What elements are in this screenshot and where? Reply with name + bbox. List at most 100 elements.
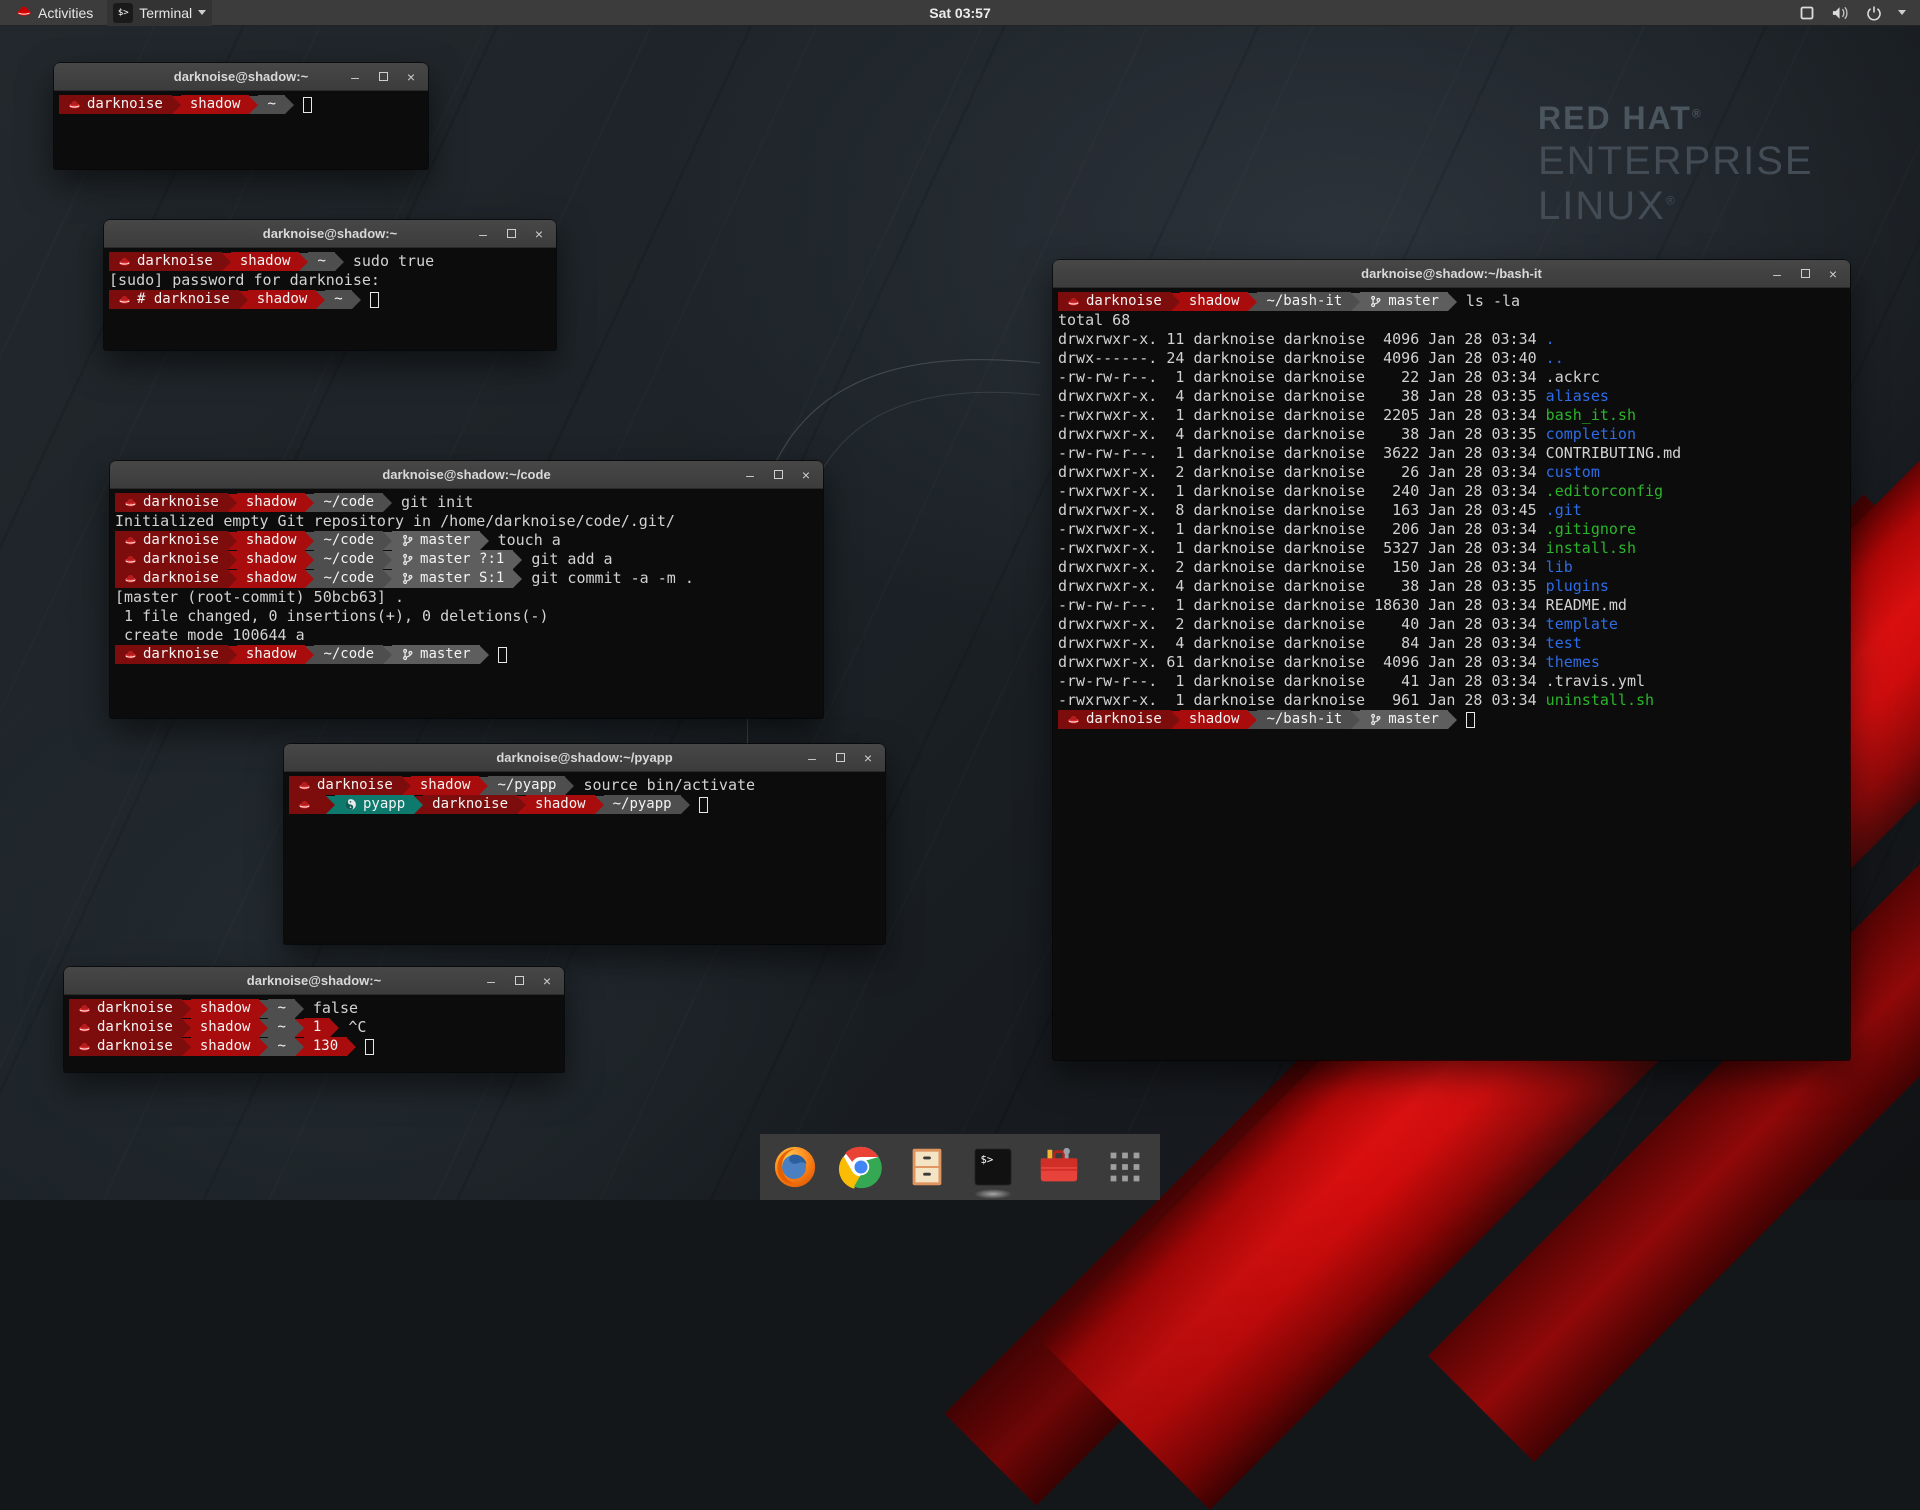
- minimize-button[interactable]: –: [476, 227, 490, 241]
- segment-text: # darknoise: [137, 290, 230, 309]
- file-row: -rwxrwxr-x. 1 darknoise darknoise 206 Ja…: [1058, 520, 1850, 539]
- segment-text: darknoise: [432, 795, 508, 814]
- minimize-button[interactable]: –: [805, 751, 819, 765]
- dock-item-files[interactable]: [904, 1144, 950, 1190]
- svg-text:$>: $>: [981, 1154, 994, 1166]
- prompt-segment-host: shadow: [1180, 710, 1249, 729]
- prompt-segment-user: darknoise: [115, 645, 228, 664]
- dock-item-app-grid[interactable]: [1102, 1144, 1148, 1190]
- close-button[interactable]: ×: [532, 227, 546, 241]
- close-button[interactable]: ×: [861, 751, 875, 765]
- segment-text: shadow: [246, 493, 297, 512]
- powerline-arrow-icon: [681, 796, 690, 814]
- maximize-button[interactable]: [512, 974, 526, 988]
- maximize-button[interactable]: [504, 227, 518, 241]
- window-titlebar[interactable]: darknoise@shadow:~/bash-it– ×: [1053, 260, 1850, 288]
- git-branch-icon: [1369, 713, 1382, 726]
- prompt-segment-user: darknoise: [1058, 292, 1171, 311]
- terminal-content[interactable]: darknoiseshadow~: [54, 91, 428, 114]
- close-button[interactable]: ×: [540, 974, 554, 988]
- terminal-content[interactable]: darknoiseshadow~/codegit initInitialized…: [110, 489, 823, 664]
- powerline-arrow-icon: [1248, 293, 1257, 311]
- screen-share-icon[interactable]: [1799, 5, 1815, 21]
- prompt-segment-user: darknoise: [115, 550, 228, 569]
- dock-item-toolbox[interactable]: [1036, 1144, 1082, 1190]
- window-titlebar[interactable]: darknoise@shadow:~–×: [64, 967, 564, 995]
- segment-text: ~: [277, 1018, 285, 1037]
- close-button[interactable]: ×: [799, 468, 813, 482]
- prompt-segment-user: [289, 795, 326, 814]
- volume-icon[interactable]: [1831, 5, 1850, 21]
- file-row: drwxrwxr-x. 4 darknoise darknoise 84 Jan…: [1058, 634, 1850, 653]
- minimize-button[interactable]: –: [348, 70, 362, 84]
- prompt-line: darknoiseshadow~/bash-itmasterls -la: [1058, 292, 1850, 311]
- powerline-arrow-icon: [330, 1019, 339, 1037]
- python-icon: [344, 798, 357, 811]
- segment-text: master: [1388, 710, 1439, 729]
- window-title: darknoise@shadow:~/pyapp: [284, 750, 885, 765]
- terminal-window-bashit: darknoise@shadow:~/bash-it– × darknoise sha…: [1053, 260, 1850, 1060]
- segment-text: master ?:1: [420, 550, 504, 569]
- minimize-button[interactable]: –: [1770, 267, 1784, 281]
- prompt-segment-host: shadow: [237, 493, 306, 512]
- activities-button[interactable]: Activities: [10, 0, 99, 26]
- file-name: plugins: [1546, 577, 1609, 596]
- powerline-arrow-icon: [383, 532, 392, 550]
- file-name: bash_it.sh: [1546, 406, 1636, 425]
- firefox-icon: [772, 1144, 818, 1190]
- window-titlebar[interactable]: darknoise@shadow:~–×: [104, 220, 556, 248]
- system-status-area[interactable]: [1799, 5, 1920, 21]
- dock-item-firefox[interactable]: [772, 1144, 818, 1190]
- app-menu-button[interactable]: $> Terminal: [107, 0, 212, 26]
- minimize-button[interactable]: –: [743, 468, 757, 482]
- window-titlebar[interactable]: darknoise@shadow:~/code–×: [110, 461, 823, 489]
- minimize-button[interactable]: –: [484, 974, 498, 988]
- prompt-segment-path: ~: [268, 999, 294, 1018]
- terminal-content[interactable]: darknoiseshadow~/bash-itmasterls -latota…: [1053, 288, 1850, 729]
- window-title: darknoise@shadow:~/bash-it: [1053, 266, 1850, 281]
- file-attributes: drwxrwxr-x. 4 darknoise darknoise 84 Jan…: [1058, 634, 1546, 653]
- dock-item-chrome[interactable]: [838, 1144, 884, 1190]
- clock[interactable]: Sat 03:57: [929, 5, 990, 21]
- dock-item-terminal[interactable]: $>: [970, 1144, 1016, 1190]
- file-row: -rwxrwxr-x. 1 darknoise darknoise 2205 J…: [1058, 406, 1850, 425]
- terminal-content[interactable]: darknoiseshadow~falsedarknoiseshadow~1^C…: [64, 995, 564, 1056]
- prompt-segment-path: ~/code: [314, 645, 383, 664]
- file-row: -rwxrwxr-x. 1 darknoise darknoise 961 Ja…: [1058, 691, 1850, 710]
- terminal-app-icon: $>: [113, 3, 133, 23]
- segment-text: shadow: [1189, 292, 1240, 311]
- segment-text: darknoise: [137, 252, 213, 271]
- window-controls: –×: [805, 751, 885, 765]
- file-row: -rw-rw-r--. 1 darknoise darknoise 22 Jan…: [1058, 368, 1850, 387]
- powerline-arrow-icon: [316, 291, 325, 309]
- window-titlebar[interactable]: darknoise@shadow:~/pyapp–×: [284, 744, 885, 772]
- terminal-content[interactable]: darknoiseshadow~sudo true[sudo] password…: [104, 248, 556, 309]
- prompt-segment-path: ~/bash-it: [1257, 292, 1351, 311]
- chevron-down-icon[interactable]: [1898, 10, 1906, 15]
- prompt-line: darknoiseshadow~/codegit init: [115, 493, 823, 512]
- powerline-arrow-icon: [1248, 711, 1257, 729]
- segment-text: ~/code: [323, 493, 374, 512]
- window-titlebar[interactable]: darknoise@shadow:~–×: [54, 63, 428, 91]
- powerline-arrow-icon: [383, 646, 392, 664]
- segment-text: 1: [313, 1018, 321, 1037]
- prompt-segment-user: darknoise: [69, 1018, 182, 1037]
- terminal-window-pyapp: darknoise@shadow:~/pyapp–×darknoiseshado…: [284, 744, 885, 944]
- file-attributes: -rwxrwxr-x. 1 darknoise darknoise 2205 J…: [1058, 406, 1546, 425]
- segment-text: darknoise: [1086, 292, 1162, 311]
- maximize-button[interactable]: [771, 468, 785, 482]
- file-attributes: drwxrwxr-x. 11 darknoise darknoise 4096 …: [1058, 330, 1546, 349]
- terminal-cursor: [303, 97, 312, 113]
- power-icon[interactable]: [1866, 5, 1882, 21]
- segment-text: shadow: [200, 1018, 251, 1037]
- terminal-content[interactable]: darknoiseshadow~/pyappsource bin/activat…: [284, 772, 885, 814]
- prompt-segment-host: shadow: [411, 776, 480, 795]
- file-row: -rwxrwxr-x. 1 darknoise darknoise 240 Ja…: [1058, 482, 1850, 501]
- maximize-button[interactable]: [833, 751, 847, 765]
- redhat-icon: [118, 255, 131, 268]
- close-button[interactable]: ×: [1826, 267, 1840, 281]
- maximize-button[interactable]: [1798, 267, 1812, 281]
- file-attributes: -rwxrwxr-x. 1 darknoise darknoise 240 Ja…: [1058, 482, 1546, 501]
- maximize-button[interactable]: [376, 70, 390, 84]
- close-button[interactable]: ×: [404, 70, 418, 84]
